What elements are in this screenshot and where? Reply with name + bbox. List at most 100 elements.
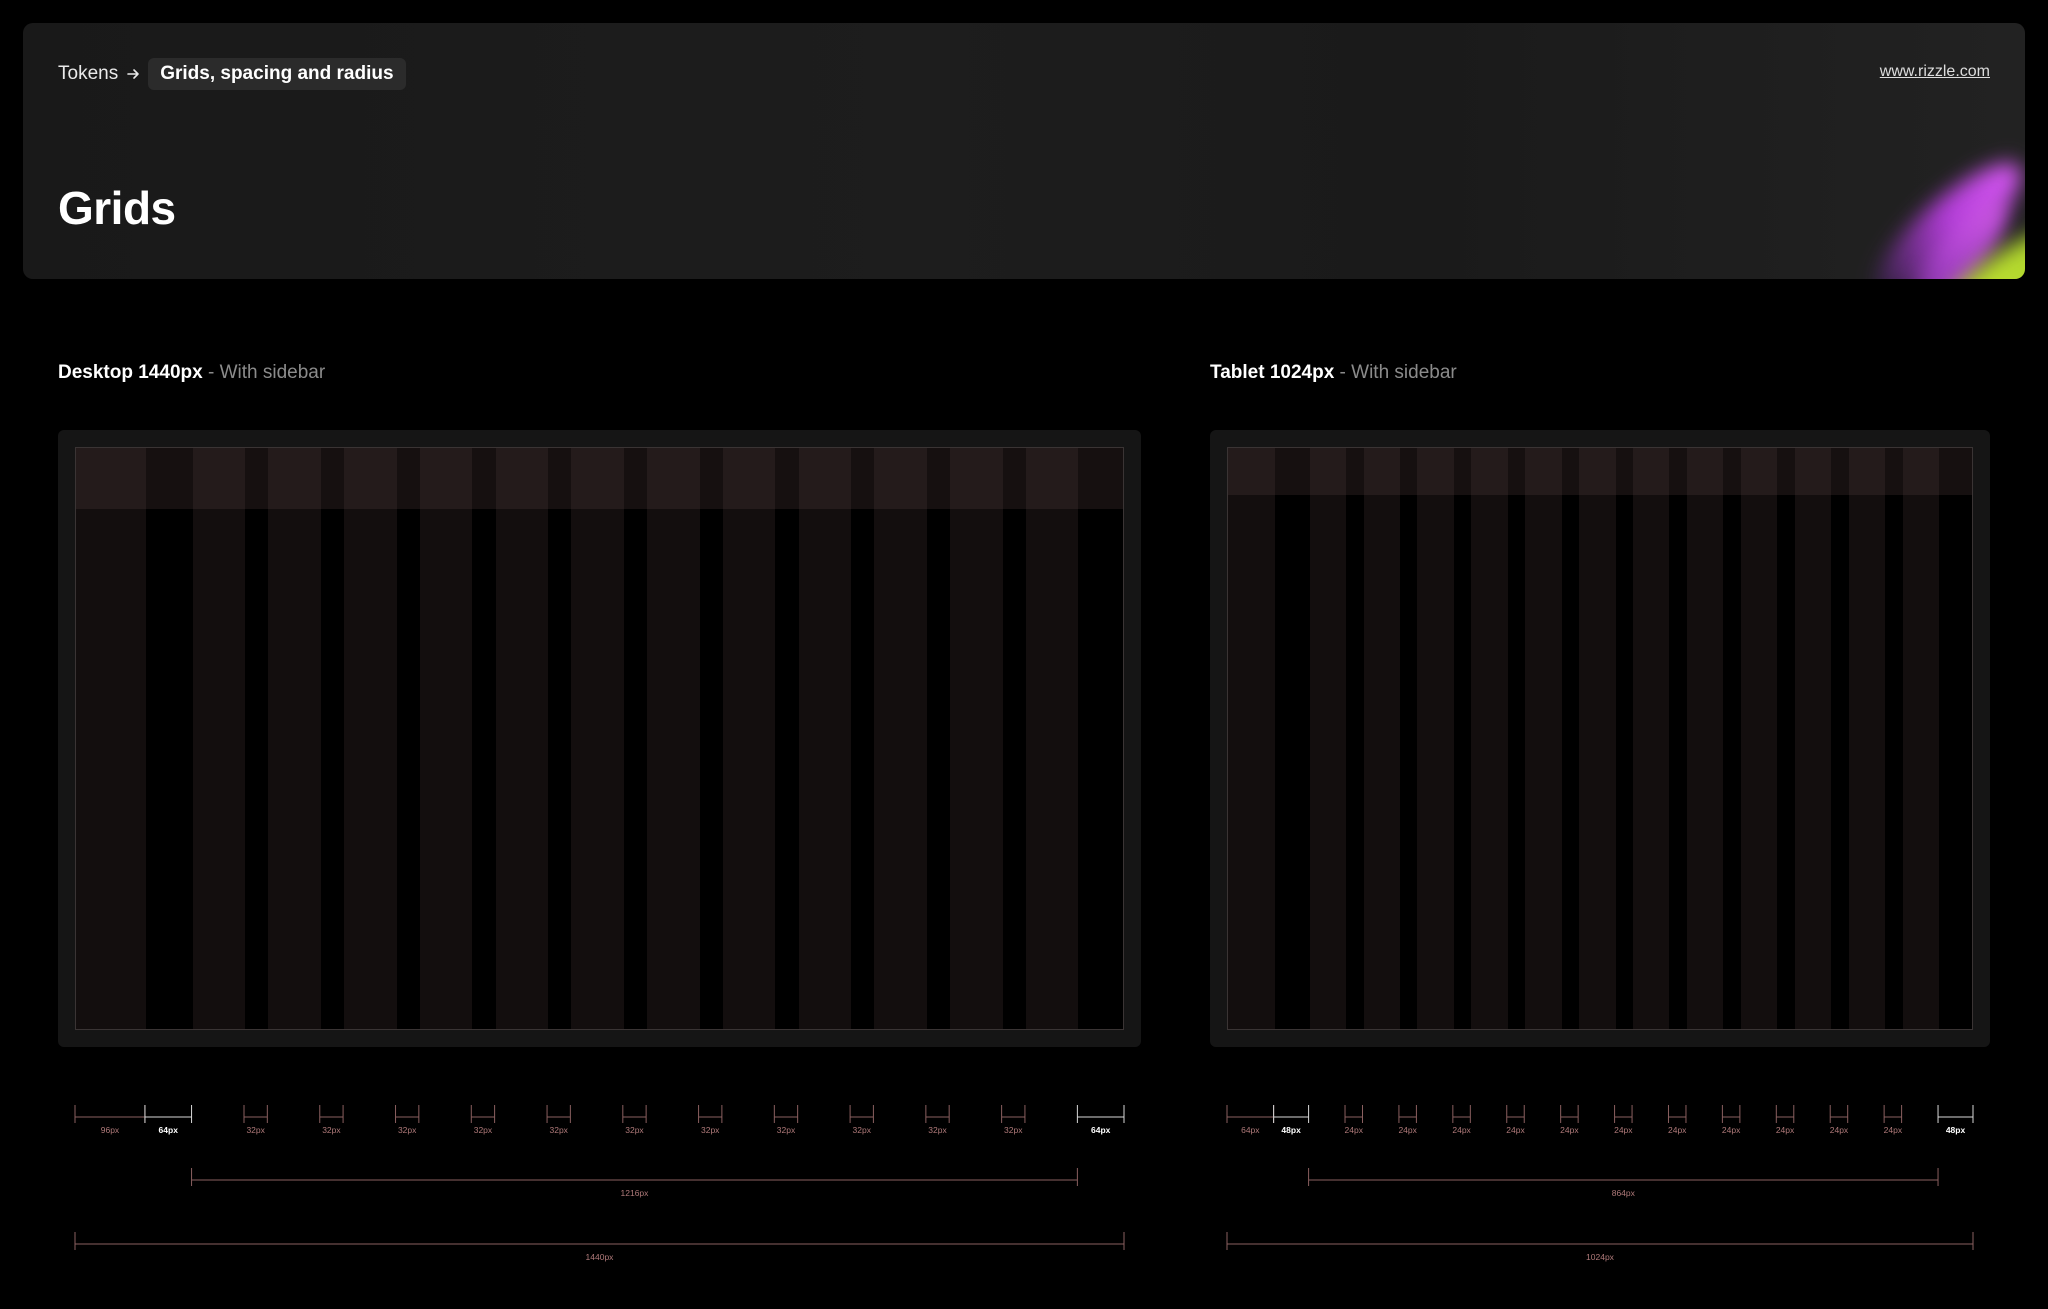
tablet-gutter-dimension-label: 24px — [1722, 1125, 1741, 1135]
tablet-grid-column-header — [1525, 448, 1562, 495]
desktop-grid-column — [419, 448, 473, 1029]
desktop-margin-right-dimension-label: 64px — [1091, 1125, 1111, 1135]
desktop-gutter-dimension-label: 32px — [322, 1125, 341, 1135]
desktop-grid-column — [1025, 448, 1079, 1029]
tablet-grid-column-header — [1417, 448, 1454, 495]
desktop-gutter-dimension-label: 32px — [625, 1125, 644, 1135]
desktop-grid-column — [874, 448, 927, 1029]
desktop-grid-column-header — [268, 448, 321, 509]
desktop-subtitle: - With sidebar — [207, 362, 326, 383]
tablet-grid-column — [1363, 448, 1400, 1029]
breadcrumb: Tokens Grids, spacing and radius — [58, 58, 406, 90]
tablet-grid-column-header — [1902, 448, 1940, 495]
tablet-gutter-dimension — [1398, 1105, 1417, 1123]
page-title: Grids — [58, 182, 176, 234]
desktop-gutter-dimension — [622, 1105, 647, 1123]
tablet-gutter-dimension — [1721, 1105, 1741, 1123]
tablet-grid-column-header — [1633, 448, 1670, 495]
page-header: Tokens Grids, spacing and radius www.riz… — [23, 23, 2025, 279]
tablet-grid-column-header — [1471, 448, 1508, 495]
desktop-grid-column-header — [495, 448, 549, 509]
desktop-total-dimension-label: 1440px — [586, 1252, 615, 1262]
desktop-gutter-dimension-label: 32px — [474, 1125, 493, 1135]
desktop-gutter-dimension — [1001, 1105, 1026, 1123]
desktop-grid-column — [192, 448, 245, 1029]
desktop-gutter-dimension-label: 32px — [246, 1125, 265, 1135]
desktop-gutter-dimension-label: 32px — [928, 1125, 947, 1135]
tablet-grid-column-header — [1309, 448, 1347, 495]
tablet-sidebar-header — [1228, 448, 1275, 495]
desktop-grid-column-header — [647, 448, 700, 509]
desktop-grid-column-header — [192, 448, 245, 509]
tablet-grid-column — [1686, 448, 1724, 1029]
desktop-grid-column-header — [344, 448, 397, 509]
desktop-total-dimension — [74, 1232, 1125, 1250]
tablet-gutter-dimension — [1883, 1105, 1903, 1123]
tablet-gutter-dimension-label: 24px — [1776, 1125, 1795, 1135]
tablet-gutter-dimension — [1344, 1105, 1364, 1123]
desktop-gutter-dimension — [849, 1105, 874, 1123]
tablet-gutter-dimension — [1614, 1105, 1633, 1123]
tablet-grid-column — [1794, 448, 1832, 1029]
tablet-margin-left-dimension — [1273, 1105, 1310, 1123]
desktop-gutter-dimension — [773, 1105, 799, 1123]
tablet-grid-column — [1902, 448, 1940, 1029]
desktop-margin-left-dimension — [144, 1105, 193, 1123]
tablet-sidebar-dimension-label: 64px — [1241, 1125, 1260, 1135]
desktop-gutter-dimension-label: 32px — [701, 1125, 720, 1135]
tablet-sidebar-region — [1228, 448, 1275, 1029]
tablet-total-dimension-label: 1024px — [1586, 1252, 1615, 1262]
desktop-grid-preview — [75, 447, 1124, 1030]
tablet-sidebar-dimension — [1226, 1105, 1275, 1123]
desktop-sidebar-region — [76, 448, 146, 1029]
desktop-content-dimension — [191, 1168, 1078, 1186]
tablet-grid-column — [1579, 448, 1616, 1029]
tablet-gutter-dimension — [1829, 1105, 1849, 1123]
desktop-sidebar-dimension — [74, 1105, 146, 1123]
desktop-gutter-dimension — [470, 1105, 496, 1123]
tablet-grid-column — [1471, 448, 1508, 1029]
tablet-gutter-dimension — [1506, 1105, 1525, 1123]
tablet-subtitle: - With sidebar — [1339, 362, 1457, 383]
tablet-title: Tablet 1024px — [1210, 362, 1335, 383]
desktop-grid-column-header — [571, 448, 624, 509]
tablet-grid-column-header — [1686, 448, 1724, 495]
desktop-grid-column — [798, 448, 852, 1029]
tablet-margin-left-dimension-label: 48px — [1281, 1125, 1301, 1135]
desktop-gutter-dimension — [546, 1105, 571, 1123]
tablet-grid-column-header — [1363, 448, 1400, 495]
desktop-sidebar-dimension-label: 96px — [101, 1125, 120, 1135]
tablet-grid-column — [1848, 448, 1886, 1029]
tablet-gutter-dimension-label: 24px — [1614, 1125, 1633, 1135]
desktop-grid-column-header — [874, 448, 927, 509]
tablet-gutter-dimension-label: 24px — [1668, 1125, 1687, 1135]
tablet-gutter-dimension — [1452, 1105, 1471, 1123]
breadcrumb-tokens-link[interactable]: Tokens — [58, 63, 118, 85]
desktop-grid-column — [950, 448, 1003, 1029]
tablet-gutter-dimension — [1667, 1105, 1687, 1123]
tablet-content-dimension — [1308, 1168, 1939, 1186]
tablet-grid-column-header — [1848, 448, 1886, 495]
tablet-total-dimension — [1226, 1232, 1974, 1250]
tablet-gutter-dimension — [1775, 1105, 1795, 1123]
desktop-gutter-dimension-label: 32px — [853, 1125, 872, 1135]
desktop-title: Desktop 1440px — [58, 362, 203, 383]
desktop-gutter-dimension — [698, 1105, 723, 1123]
desktop-grid-column-header — [798, 448, 852, 509]
desktop-gutter-dimension — [319, 1105, 344, 1123]
tablet-grid-column-header — [1740, 448, 1778, 495]
tablet-gutter-dimension-label: 24px — [1452, 1125, 1471, 1135]
desktop-gutter-dimension-label: 32px — [777, 1125, 796, 1135]
website-link[interactable]: www.rizzle.com — [1880, 63, 1990, 81]
tablet-section-title: Tablet 1024px - With sidebar — [1210, 362, 1457, 384]
desktop-grid-column — [571, 448, 624, 1029]
desktop-margin-right-dimension — [1076, 1105, 1125, 1123]
tablet-grid-column — [1633, 448, 1670, 1029]
desktop-gutter-dimension-label: 32px — [549, 1125, 568, 1135]
tablet-grid-column-header — [1579, 448, 1616, 495]
desktop-gutter-dimension — [395, 1105, 420, 1123]
desktop-grid-column — [722, 448, 776, 1029]
desktop-sidebar-header — [76, 448, 146, 509]
tablet-content-dimension-label: 864px — [1612, 1188, 1636, 1198]
desktop-grid-column-header — [722, 448, 776, 509]
